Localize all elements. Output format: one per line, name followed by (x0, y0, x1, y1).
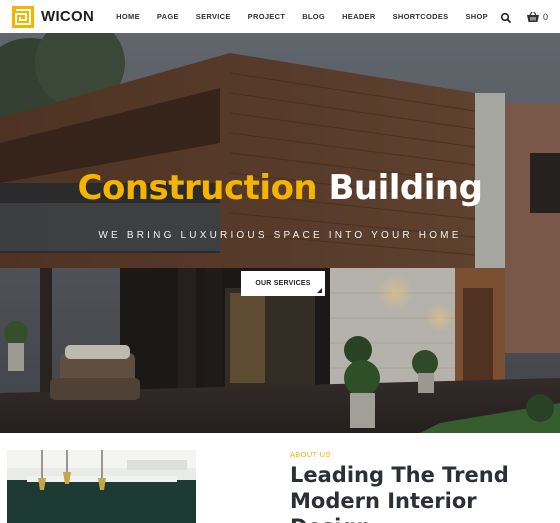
nav-item-home[interactable]: HOME (116, 12, 140, 21)
about-heading: Leading The Trend Modern Interior Design (290, 462, 560, 523)
search-icon[interactable] (500, 11, 512, 23)
site-header: WICON HOME PAGE SERVICE PROJECT BLOG HEA… (0, 0, 560, 33)
our-services-button[interactable]: OUR SERVICES (241, 271, 325, 296)
nav-item-service[interactable]: SERVICE (196, 12, 231, 21)
nav-item-shortcodes[interactable]: SHORTCODES (393, 12, 449, 21)
about-heading-line1: Leading The Trend (290, 463, 509, 487)
nav-item-blog[interactable]: BLOG (302, 12, 325, 21)
hero-subtitle: WE BRING LUXURIOUS SPACE INTO YOUR HOME (98, 230, 462, 241)
main-nav: HOME PAGE SERVICE PROJECT BLOG HEADER SH… (116, 12, 488, 21)
corner-triangle-icon (317, 288, 322, 293)
logo-text: WICON (41, 8, 95, 25)
hero-section: Construction Building WE BRING LUXURIOUS… (0, 33, 560, 433)
hero-title-accent: Construction (77, 168, 318, 208)
about-image (7, 450, 196, 523)
cart-count: 0 (542, 11, 548, 22)
logo[interactable]: WICON (12, 5, 95, 28)
cart-button[interactable]: 0 (526, 11, 548, 23)
shopping-basket-icon (526, 11, 539, 22)
about-label: ABOUT US (290, 450, 331, 459)
nav-item-shop[interactable]: SHOP (465, 12, 487, 21)
our-services-button-label: OUR SERVICES (255, 280, 311, 287)
hero-title-rest: Building (328, 168, 483, 208)
wicon-logo-mark-icon (12, 5, 34, 28)
nav-item-page[interactable]: PAGE (157, 12, 179, 21)
nav-item-project[interactable]: PROJECT (248, 12, 286, 21)
about-heading-line2: Modern Interior Design (290, 489, 477, 523)
nav-item-header[interactable]: HEADER (342, 12, 375, 21)
hero-title: Construction Building (0, 168, 560, 208)
header-actions: 0 (500, 0, 548, 33)
